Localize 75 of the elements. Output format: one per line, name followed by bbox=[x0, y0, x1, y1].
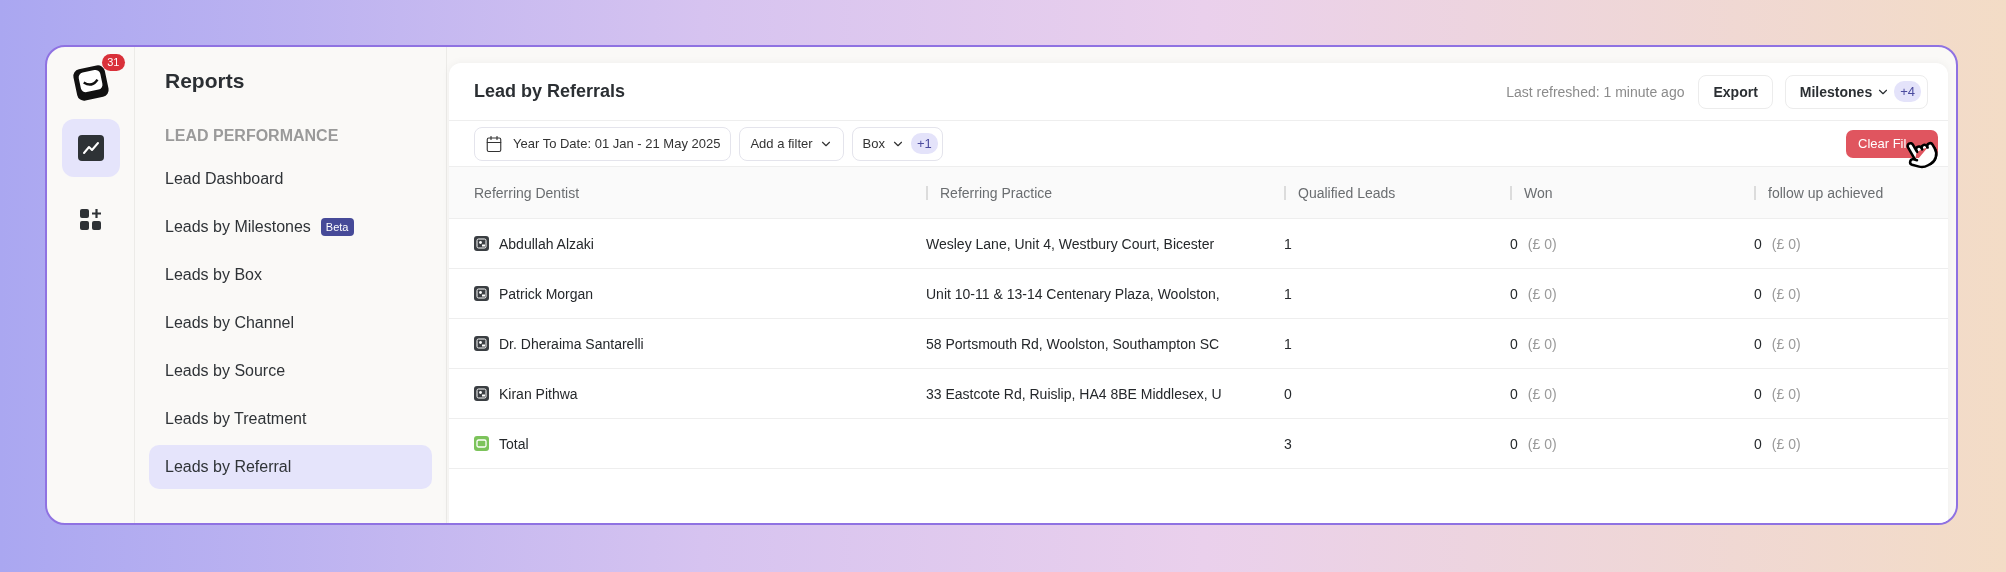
amount-text: (£ 0) bbox=[1527, 235, 1557, 252]
sidebar-item[interactable]: Leads by Channel bbox=[149, 301, 432, 345]
sidebar-item[interactable]: Leads by Box bbox=[149, 253, 432, 297]
practice-address: Wesley Lane, Unit 4, Westbury Court, Bicester bbox=[926, 235, 1215, 252]
practice-address: Unit 10-11 & 13-14 Centenary Plaza, Woolston, bbox=[926, 285, 1220, 302]
notification-badge: 31 bbox=[102, 54, 125, 71]
item-label: Lead Dashboard bbox=[165, 170, 284, 188]
item-label: Leads by Channel bbox=[165, 314, 294, 332]
filter-dropdown[interactable]: Box +1 bbox=[851, 126, 943, 161]
total-label: Total bbox=[499, 435, 529, 452]
wallet-icon bbox=[474, 436, 489, 451]
filter-dropdown[interactable]: Add a filter bbox=[739, 126, 844, 161]
contact-icon bbox=[474, 286, 489, 301]
nav-button[interactable] bbox=[61, 119, 120, 177]
table-cell: 0 bbox=[1510, 385, 1518, 402]
chart-icon bbox=[77, 135, 104, 161]
table-cell: 0 bbox=[1754, 435, 1762, 452]
amount-text: (£ 0) bbox=[1771, 235, 1801, 252]
contact-icon bbox=[474, 236, 489, 251]
calendar-icon bbox=[485, 134, 503, 153]
amount-text: (£ 0) bbox=[1527, 385, 1557, 402]
dentist-name: Kiran Pithwa bbox=[499, 385, 578, 402]
table-cell: 0 bbox=[1510, 285, 1518, 302]
table-cell: 0 bbox=[1754, 235, 1762, 252]
item-label: Leads by Referral bbox=[165, 458, 292, 476]
column-header[interactable]: follow up achieved bbox=[1768, 184, 1884, 201]
table-cell: 0 bbox=[1510, 435, 1518, 452]
count-badge: +1 bbox=[911, 133, 938, 154]
amount-text: (£ 0) bbox=[1771, 435, 1801, 452]
dentist-name: Dr. Dheraima Santarelli bbox=[499, 335, 644, 352]
practice-address: 33 Eastcote Rd, Ruislip, HA4 8BE Middlesex, U bbox=[926, 385, 1222, 402]
sidebar-item[interactable]: Leads by Milestones Beta bbox=[149, 205, 432, 249]
contact-icon bbox=[474, 336, 489, 351]
last-refreshed: Last refreshed: 1 minute ago bbox=[1506, 83, 1685, 100]
table-cell: 0 bbox=[1754, 335, 1762, 352]
item-label: Leads by Milestones bbox=[165, 218, 311, 236]
amount-text: (£ 0) bbox=[1771, 335, 1801, 352]
sidebar-item[interactable]: Lead Dashboard bbox=[149, 157, 432, 201]
sidebar-item[interactable]: Leads by Treatment bbox=[149, 397, 432, 441]
item-label: Leads by Box bbox=[165, 266, 262, 284]
export-button[interactable]: Export bbox=[1698, 74, 1773, 109]
table-cell: 0 bbox=[1754, 385, 1762, 402]
item-label: Leads by Source bbox=[165, 362, 286, 380]
item-label: Leads by Treatment bbox=[165, 410, 307, 428]
milestones-dropdown[interactable]: Milestones +4 bbox=[1784, 74, 1928, 109]
dentist-name: Abdullah Alzaki bbox=[499, 235, 594, 252]
amount-text: (£ 0) bbox=[1527, 335, 1557, 352]
table-cell: 1 bbox=[1284, 335, 1292, 352]
table-cell: 3 bbox=[1284, 435, 1292, 452]
practice-address: 58 Portsmouth Rd, Woolston, Southampton SC bbox=[926, 335, 1220, 352]
sidebar-title: Reports bbox=[164, 69, 246, 93]
date-range-filter[interactable]: Year To Date: 01 Jan - 21 May 2025 bbox=[474, 126, 732, 161]
dentist-name: Patrick Morgan bbox=[499, 285, 594, 302]
table-cell: 0 bbox=[1510, 335, 1518, 352]
column-header[interactable]: Referring Practice bbox=[940, 184, 1053, 201]
table-cell: 0 bbox=[1754, 285, 1762, 302]
column-header[interactable]: Won bbox=[1524, 184, 1553, 201]
add-app-icon bbox=[78, 208, 103, 232]
section-heading: LEAD PERFORMANCE bbox=[164, 127, 340, 145]
table-cell: 0 bbox=[1510, 235, 1518, 252]
table-cell: 1 bbox=[1284, 285, 1292, 302]
amount-text: (£ 0) bbox=[1771, 385, 1801, 402]
amount-text: (£ 0) bbox=[1771, 285, 1801, 302]
beta-badge: Beta bbox=[320, 218, 354, 236]
table-cell: 1 bbox=[1284, 235, 1292, 252]
contact-icon bbox=[474, 386, 489, 401]
sidebar-item[interactable]: Leads by Source bbox=[149, 349, 432, 393]
column-header[interactable]: Referring Dentist bbox=[474, 184, 580, 201]
report-title: Lead by Referrals bbox=[474, 81, 627, 102]
table-cell: 0 bbox=[1284, 385, 1292, 402]
column-header[interactable]: Qualified Leads bbox=[1298, 184, 1396, 201]
amount-text: (£ 0) bbox=[1527, 435, 1557, 452]
amount-text: (£ 0) bbox=[1527, 285, 1557, 302]
sidebar-item[interactable]: Leads by Referral bbox=[149, 445, 432, 489]
count-badge: +4 bbox=[1894, 81, 1921, 102]
